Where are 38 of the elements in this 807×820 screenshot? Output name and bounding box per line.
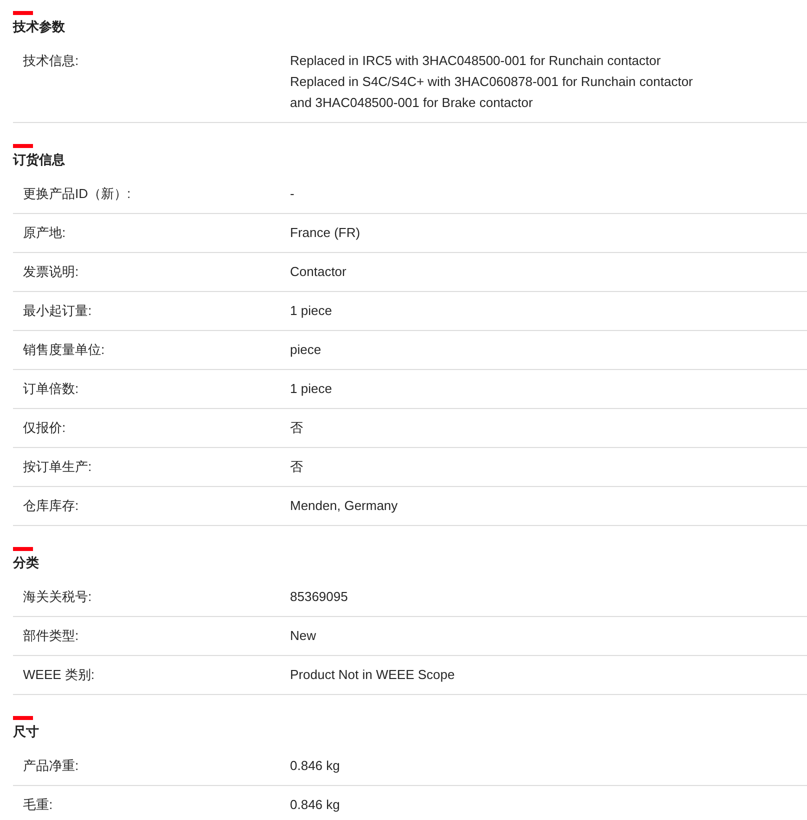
field-value: Contactor <box>290 263 346 281</box>
field-label: 部件类型: <box>23 627 79 645</box>
section-title: 技术参数 <box>13 18 65 36</box>
field-value: 否 <box>290 458 303 476</box>
field-label: 仅报价: <box>23 419 66 437</box>
field-value: 0.846 kg <box>290 757 340 775</box>
field-value: 0.846 kg <box>290 796 340 814</box>
field-value: France (FR) <box>290 224 360 242</box>
field-value: 1 piece <box>290 380 332 398</box>
field-label: 按订单生产: <box>23 458 92 476</box>
field-label: 订单倍数: <box>23 380 79 398</box>
field-label: 发票说明: <box>23 263 79 281</box>
field-label: 原产地: <box>23 224 66 242</box>
section-title: 订货信息 <box>13 151 65 169</box>
field-label: 销售度量单位: <box>23 341 105 359</box>
field-value: Replaced in IRC5 with 3HAC048500-001 for Runchain contactor Replaced in S4C/S4C+ with 3HAC060878-001 for Runchain contactor and 3HAC048500-001 for Brake contactor <box>290 52 693 112</box>
field-value: New <box>290 627 316 645</box>
field-label: 毛重: <box>23 796 53 814</box>
section-accent-bar <box>13 547 33 551</box>
field-label: 技术信息: <box>23 52 79 70</box>
field-value: Menden, Germany <box>290 497 398 515</box>
field-value: 85369095 <box>290 588 348 606</box>
field-value: - <box>290 185 294 203</box>
section-accent-bar <box>13 11 33 15</box>
field-label: 更换产品ID（新）: <box>23 185 131 203</box>
section-accent-bar <box>13 144 33 148</box>
section-accent-bar <box>13 716 33 720</box>
field-value: 否 <box>290 419 303 437</box>
field-label: 海关关税号: <box>23 588 92 606</box>
section-title: 分类 <box>13 554 39 572</box>
section-title: 尺寸 <box>13 723 39 741</box>
field-value: Product Not in WEEE Scope <box>290 666 455 684</box>
field-label: WEEE 类别: <box>23 666 95 684</box>
field-label: 产品净重: <box>23 757 79 775</box>
field-value: piece <box>290 341 322 359</box>
field-label: 最小起订量: <box>23 302 92 320</box>
field-label: 仓库库存: <box>23 497 79 515</box>
field-value: 1 piece <box>290 302 332 320</box>
